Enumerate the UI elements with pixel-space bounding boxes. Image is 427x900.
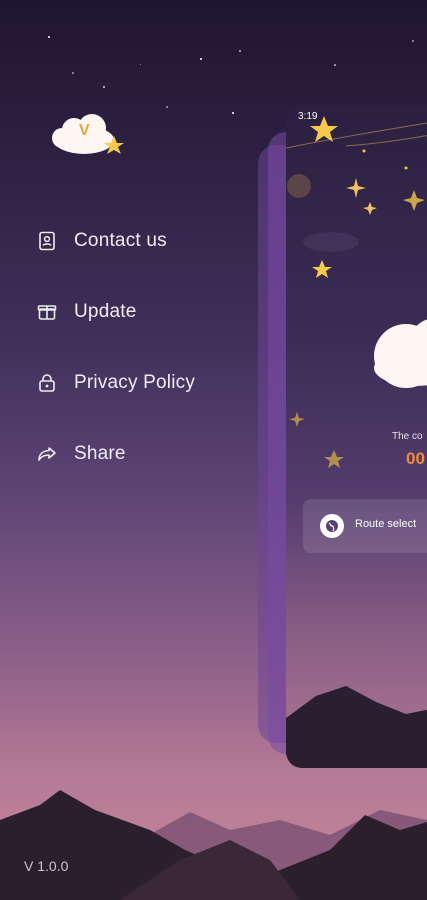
logo-letter: V — [79, 122, 90, 139]
globe-icon — [320, 514, 344, 538]
connection-status-text: The co — [392, 431, 423, 442]
route-select-label: Route select — [355, 518, 417, 530]
app-logo: V — [46, 110, 126, 160]
phone-preview[interactable]: 3:19 The co 00 Route select — [286, 106, 427, 768]
menu-item-label: Share — [74, 442, 126, 464]
gift-box-icon — [36, 301, 58, 323]
connection-timer: 00 — [406, 449, 425, 468]
side-menu: Contact us Update Privacy Policy Share — [36, 205, 195, 489]
mountain-silhouette — [0, 790, 427, 900]
lock-icon — [36, 372, 58, 394]
contact-card-icon — [36, 230, 58, 252]
menu-item-privacy-policy[interactable]: Privacy Policy — [36, 347, 195, 418]
app-version: V 1.0.0 — [24, 858, 69, 874]
menu-item-label: Privacy Policy — [74, 371, 196, 393]
menu-item-label: Update — [74, 300, 137, 322]
route-select-button[interactable]: Route select — [303, 499, 427, 553]
menu-item-label: Contact us — [74, 229, 167, 251]
share-arrow-icon — [36, 443, 58, 465]
menu-item-update[interactable]: Update — [36, 276, 195, 347]
menu-item-contact-us[interactable]: Contact us — [36, 205, 195, 276]
menu-item-share[interactable]: Share — [36, 418, 195, 489]
